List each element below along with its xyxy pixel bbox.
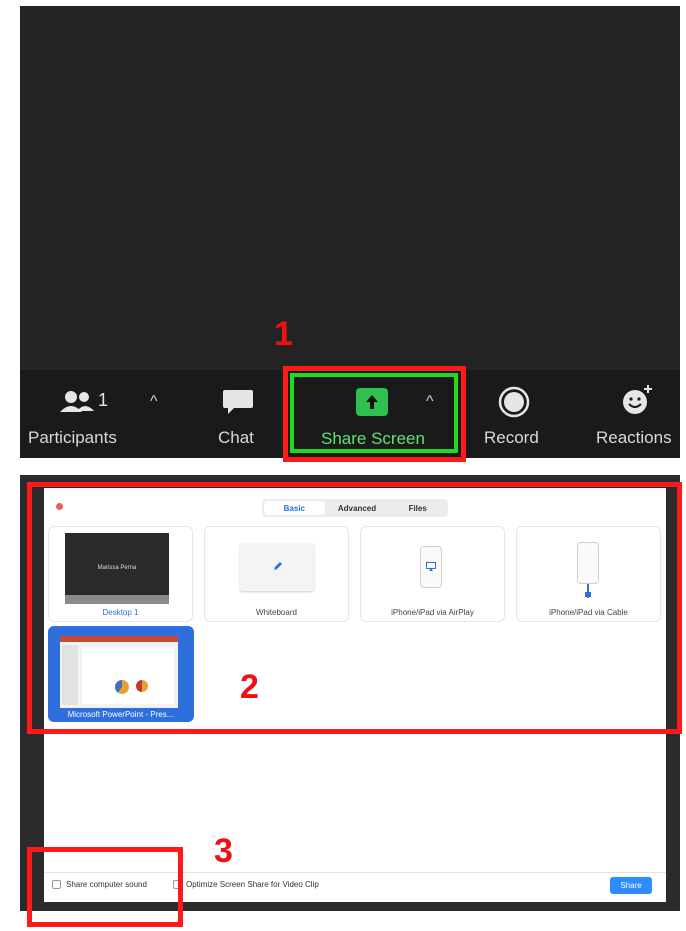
step-1-number: 1 [274, 315, 293, 353]
step-3-number: 3 [214, 832, 233, 870]
record-button[interactable]: Record [480, 380, 550, 452]
participants-label: Participants [28, 428, 117, 447]
participants-button[interactable]: 1 Participants [26, 380, 146, 452]
record-label: Record [484, 428, 539, 447]
chat-button[interactable]: Chat [210, 380, 270, 452]
share-button[interactable]: Share [610, 877, 652, 894]
record-icon [498, 386, 530, 418]
participants-icon [60, 391, 94, 412]
participants-count: 1 [98, 390, 109, 410]
chat-icon [223, 390, 253, 414]
optimize-video-label: Optimize Screen Share for Video Clip [186, 880, 319, 889]
step-2-box [27, 482, 682, 734]
chat-label: Chat [218, 428, 254, 447]
step-2-number: 2 [240, 668, 259, 706]
reactions-label: Reactions [596, 428, 672, 447]
reactions-button[interactable]: Reactions [594, 380, 680, 452]
step-3-box [27, 847, 183, 927]
participants-caret-icon[interactable]: ^ [150, 394, 158, 410]
reactions-icon [623, 385, 652, 414]
step-1-box [283, 366, 466, 462]
